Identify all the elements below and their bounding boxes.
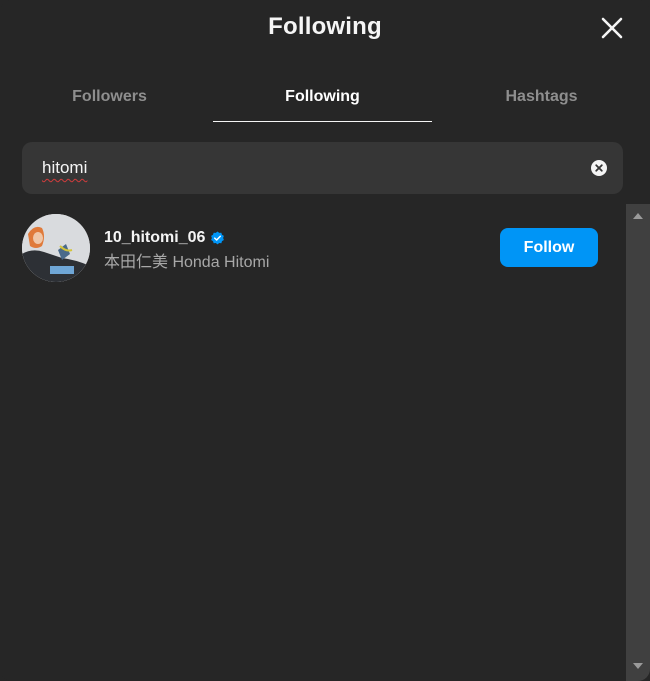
search-input[interactable]: hitomi [42, 156, 572, 180]
follow-button[interactable]: Follow [500, 228, 598, 267]
following-dialog: Following Followers Following Hashtags h… [0, 0, 650, 681]
list-item: 10_hitomi_06 本田仁美 Honda Hitomi Follow [0, 212, 626, 284]
tab-followers[interactable]: Followers [0, 72, 219, 122]
dialog-title: Following [268, 13, 382, 40]
avatar[interactable] [22, 214, 90, 282]
username-group: 10_hitomi_06 [104, 228, 225, 248]
verified-badge-icon [211, 230, 225, 244]
tab-hashtags[interactable]: Hashtags [432, 72, 650, 122]
scrollbar[interactable] [626, 204, 650, 681]
scroll-up-arrow-icon[interactable] [632, 212, 644, 220]
results-list: 10_hitomi_06 本田仁美 Honda Hitomi Follow [0, 204, 626, 681]
dialog-header: Following [0, 0, 650, 56]
avatar-photo [22, 214, 90, 282]
scroll-down-arrow-icon[interactable] [632, 662, 644, 670]
tab-bar: Followers Following Hashtags [0, 72, 650, 124]
close-icon[interactable] [598, 14, 626, 42]
tab-following[interactable]: Following [213, 72, 432, 122]
clear-icon[interactable] [591, 160, 607, 176]
full-name: 本田仁美 Honda Hitomi [104, 254, 270, 271]
active-tab-indicator [213, 121, 432, 122]
username[interactable]: 10_hitomi_06 [104, 229, 205, 247]
search-box: hitomi [22, 142, 623, 194]
